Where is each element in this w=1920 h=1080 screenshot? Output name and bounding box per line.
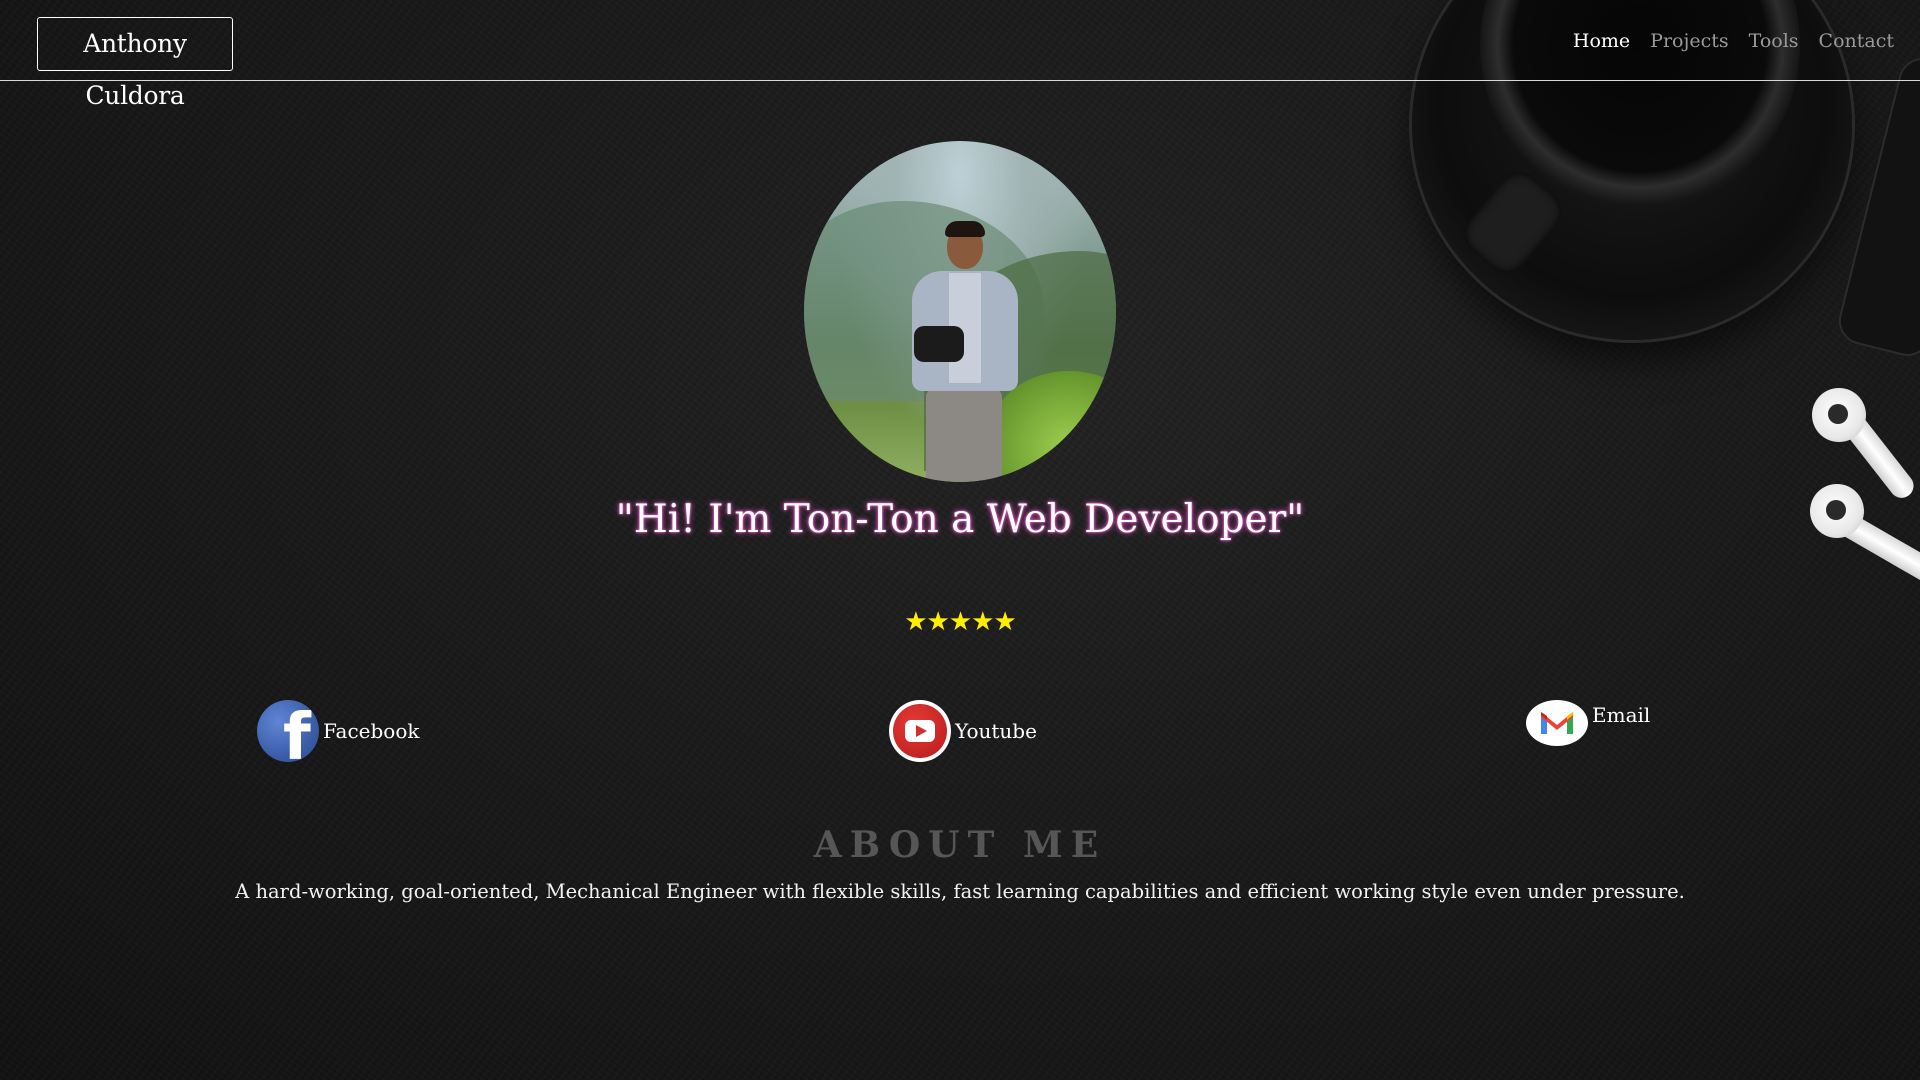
youtube-label: Youtube — [955, 719, 1037, 743]
email-link[interactable]: Email — [1526, 700, 1650, 746]
main-nav: Home Projects Tools Contact — [1573, 30, 1894, 52]
nav-contact[interactable]: Contact — [1819, 30, 1894, 52]
about-text: A hard-working, goal-oriented, Mechanica… — [235, 880, 1685, 903]
site-header: Anthony Culdora Home Projects Tools Cont… — [0, 0, 1920, 110]
facebook-label: Facebook — [323, 719, 420, 743]
youtube-icon — [889, 700, 951, 762]
hero-headline: "Hi! I'm Ton-Ton a Web Developer" — [615, 497, 1305, 542]
earbud-image — [1812, 388, 1866, 442]
facebook-link[interactable]: f Facebook — [257, 700, 419, 762]
youtube-link[interactable]: Youtube — [889, 700, 1037, 762]
nav-home[interactable]: Home — [1573, 30, 1630, 52]
profile-photo — [804, 141, 1116, 482]
brand-logo[interactable]: Anthony Culdora — [37, 17, 233, 110]
facebook-icon: f — [257, 700, 319, 762]
portfolio-page: Anthony Culdora Home Projects Tools Cont… — [0, 0, 1920, 1080]
nav-projects[interactable]: Projects — [1650, 30, 1728, 52]
email-label: Email — [1592, 703, 1651, 727]
about-title: ABOUT ME — [813, 824, 1107, 866]
gmail-icon — [1526, 700, 1588, 746]
star-rating: ★★★★★ — [904, 607, 1017, 637]
nav-tools[interactable]: Tools — [1749, 30, 1799, 52]
